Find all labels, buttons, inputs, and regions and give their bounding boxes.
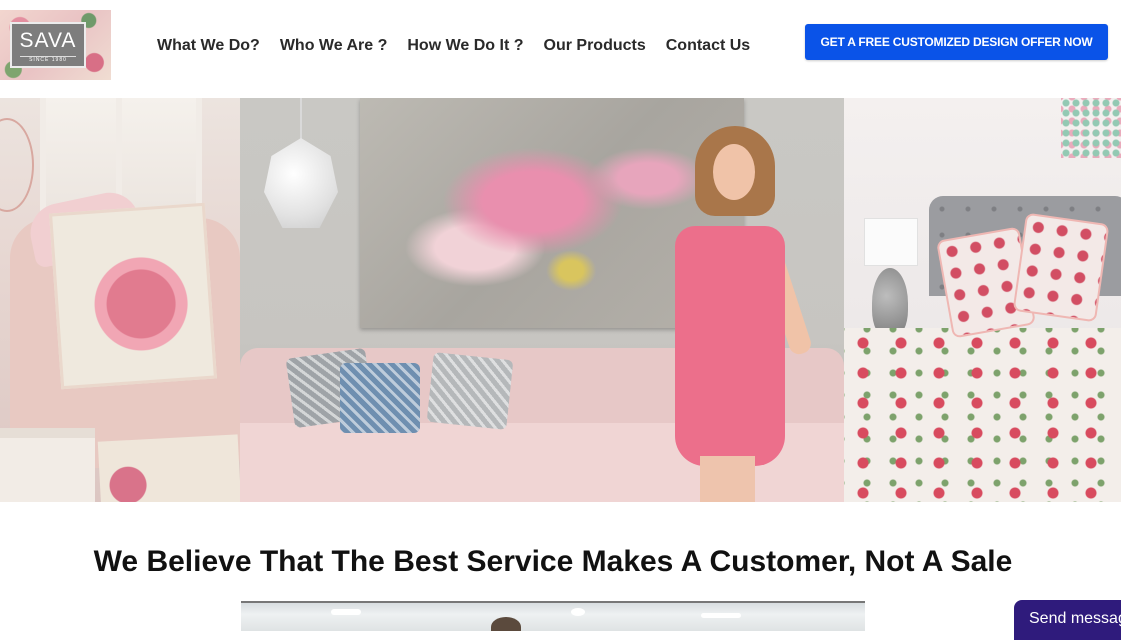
nav-item-contact-us[interactable]: Contact Us [666, 36, 750, 56]
person-head [491, 617, 521, 631]
model-face [713, 144, 755, 200]
ceiling-light [701, 613, 741, 618]
bed-pillow [1012, 212, 1110, 323]
hero-image-bedroom [844, 98, 1121, 502]
hero-image-armchair [0, 98, 240, 502]
stool [0, 428, 95, 502]
lamp-cord [300, 98, 302, 140]
floral-bedding [844, 328, 1121, 502]
sofa-cushion [426, 352, 514, 430]
ceiling-light [571, 608, 585, 616]
hero-image-living-room [240, 98, 844, 502]
sofa-cushion [340, 363, 420, 433]
logo-box: SAVA SINCE 1980 [10, 22, 86, 68]
free-design-offer-button[interactable]: GET A FREE CUSTOMIZED DESIGN OFFER NOW [805, 24, 1108, 60]
floral-pillow-lower [97, 434, 240, 502]
floral-pillow [49, 202, 217, 390]
ceiling-light [331, 609, 361, 615]
site-header: SAVA SINCE 1980 What We Do? Who We Are ?… [0, 0, 1121, 90]
main-nav: What We Do? Who We Are ? How We Do It ? … [157, 36, 770, 56]
pendant-lamp [264, 138, 338, 228]
send-message-button[interactable]: Send message [1014, 600, 1121, 640]
logo-text: SAVA [19, 29, 77, 52]
hero-banner [0, 98, 1121, 502]
site-logo[interactable]: SAVA SINCE 1980 [0, 10, 111, 80]
mirror-decor [0, 118, 34, 212]
nav-item-who-we-are[interactable]: Who We Are ? [280, 36, 388, 56]
table-lamp-shade [864, 218, 918, 266]
showroom-image [241, 601, 865, 631]
nav-item-what-we-do[interactable]: What We Do? [157, 36, 260, 56]
nav-item-our-products[interactable]: Our Products [544, 36, 646, 56]
model-in-pink-dress [655, 126, 814, 502]
model-legs [700, 456, 755, 502]
wall-decor [1061, 98, 1121, 158]
logo-subtext: SINCE 1980 [20, 56, 76, 64]
page-headline: We Believe That The Best Service Makes A… [93, 545, 1013, 578]
nav-item-how-we-do-it[interactable]: How We Do It ? [407, 36, 523, 56]
pink-dress [675, 226, 785, 466]
